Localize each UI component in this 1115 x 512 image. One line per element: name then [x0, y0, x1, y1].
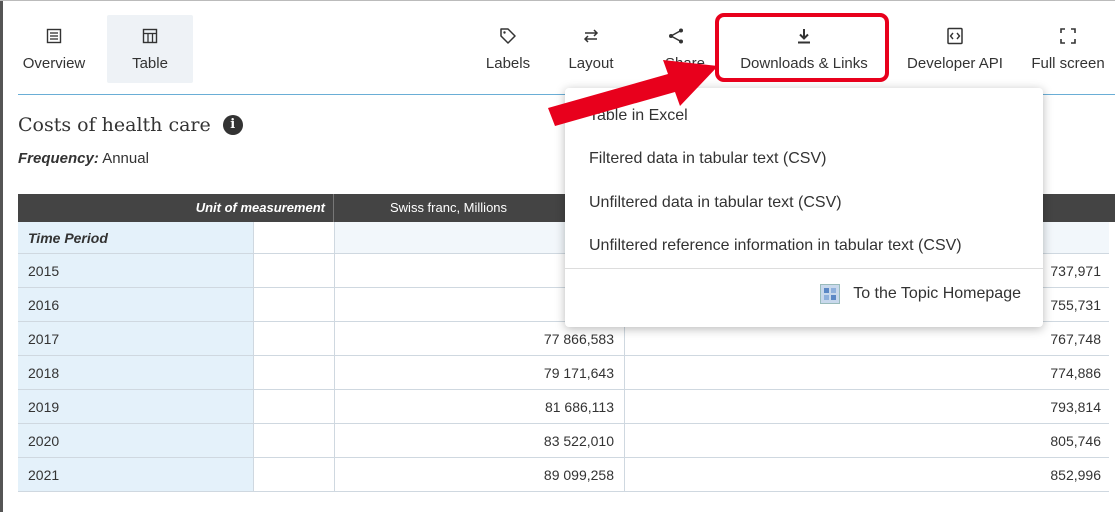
frequency-value: Annual — [102, 150, 149, 167]
topic-homepage-label: To the Topic Homepage — [853, 285, 1021, 302]
year-cell: 2016 — [18, 288, 254, 322]
developer-api-label: Developer API — [907, 55, 1003, 72]
swap-arrows-icon — [582, 21, 600, 51]
full-screen-label: Full screen — [1031, 55, 1105, 72]
tag-icon — [499, 21, 517, 51]
value-cell: 89 099,258 — [335, 458, 625, 492]
value-cell: 852,996 — [625, 458, 1109, 492]
table-row: 2018 79 171,643 774,886 — [18, 356, 1115, 390]
red-arrow-annotation — [548, 60, 718, 126]
empty-cell — [254, 322, 335, 356]
share-icon — [667, 21, 685, 51]
menu-item-unfiltered-csv[interactable]: Unfiltered data in tabular text (CSV) — [589, 194, 842, 212]
page-title: Costs of health care i — [18, 114, 243, 136]
value-cell: 83 522,010 — [335, 424, 625, 458]
topic-homepage-icon — [820, 284, 841, 304]
year-cell: 2017 — [18, 322, 254, 356]
value-cell: 81 686,113 — [335, 390, 625, 424]
info-icon[interactable]: i — [222, 115, 243, 135]
highlight-box — [715, 13, 889, 82]
value-cell: 805,746 — [625, 424, 1109, 458]
table-row: 2019 81 686,113 793,814 — [18, 390, 1115, 424]
labels-label: Labels — [485, 55, 531, 72]
year-cell: 2020 — [18, 424, 254, 458]
menu-item-unfiltered-reference-csv[interactable]: Unfiltered reference information in tabu… — [589, 237, 962, 255]
table-label: Table — [132, 55, 168, 72]
full-screen-button[interactable]: Full screen — [1021, 15, 1115, 83]
expand-icon — [1059, 21, 1077, 51]
year-cell: 2021 — [18, 458, 254, 492]
frequency-label: Frequency: — [18, 150, 99, 167]
empty-cell — [254, 254, 335, 288]
overview-button[interactable]: Overview — [3, 15, 105, 83]
menu-divider — [565, 268, 1043, 269]
value-cell: 77 866,583 — [335, 322, 625, 356]
empty-cell — [254, 424, 335, 458]
labels-button[interactable]: Labels — [473, 15, 543, 83]
value-cell: 774,886 — [625, 356, 1109, 390]
empty-cell — [254, 458, 335, 492]
year-cell: 2019 — [18, 390, 254, 424]
page-title-text: Costs of health care — [18, 114, 211, 136]
topic-homepage-link[interactable]: To the Topic Homepage — [820, 284, 1021, 304]
list-icon — [46, 21, 62, 51]
value-cell: 79 171,643 — [335, 356, 625, 390]
value-cell: 793,814 — [625, 390, 1109, 424]
developer-api-button[interactable]: Developer API — [893, 15, 1017, 83]
year-cell: 2015 — [18, 254, 254, 288]
empty-cell — [254, 288, 335, 322]
empty-cell — [254, 356, 335, 390]
table-row: 2021 89 099,258 852,996 — [18, 458, 1115, 492]
year-cell: 2018 — [18, 356, 254, 390]
overview-label: Overview — [22, 55, 86, 72]
empty-cell — [254, 390, 335, 424]
table-icon — [142, 21, 158, 51]
table-row: 2020 83 522,010 805,746 — [18, 424, 1115, 458]
table-button[interactable]: Table — [107, 15, 193, 83]
frequency-line: Frequency: Annual — [18, 150, 149, 167]
value-cell: 767,748 — [625, 322, 1109, 356]
time-period-label: Time Period — [18, 222, 254, 254]
menu-item-filtered-csv[interactable]: Filtered data in tabular text (CSV) — [589, 150, 826, 168]
unit-of-measurement-header: Unit of measurement — [18, 194, 334, 222]
code-icon — [946, 21, 964, 51]
table-row: 2017 77 866,583 767,748 — [18, 322, 1115, 356]
empty-cell — [254, 222, 335, 254]
